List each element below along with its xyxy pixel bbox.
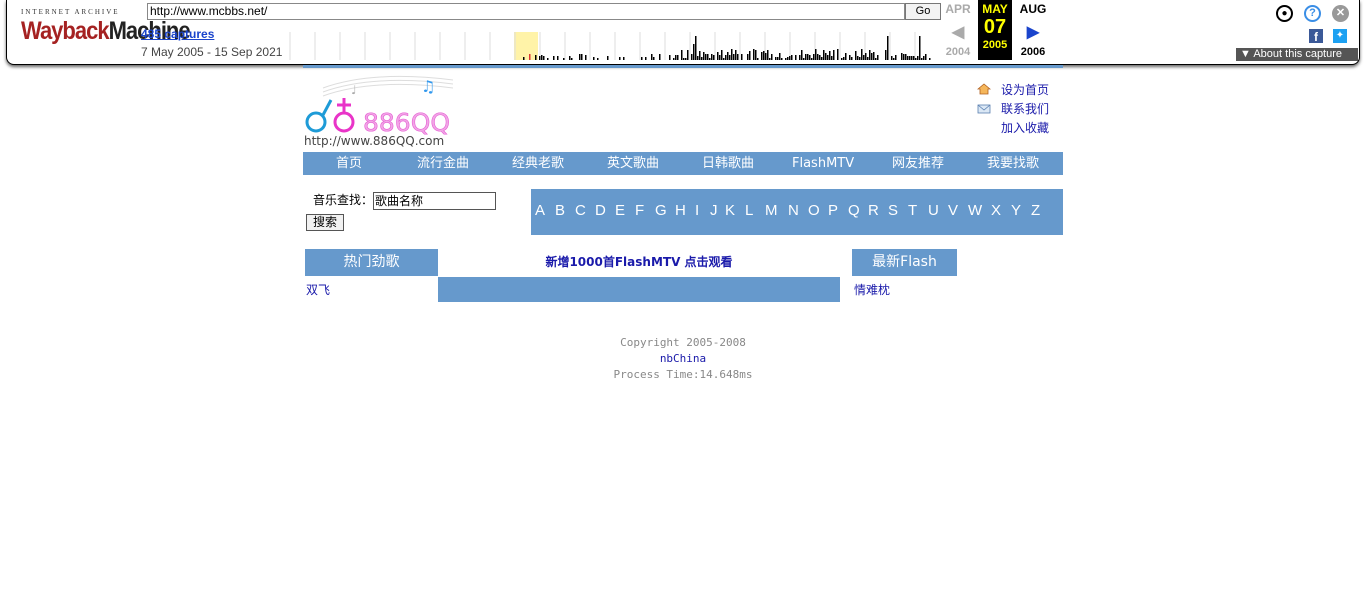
alpha-letter-n[interactable]: N: [788, 202, 799, 219]
nav-pop-songs[interactable]: 流行金曲: [417, 152, 469, 175]
main-nav: 首页 流行金曲 经典老歌 英文歌曲 日韩歌曲 FlashMTV 网友推荐 我要找…: [303, 152, 1063, 175]
logo-url-text: http://www.886QQ.com: [304, 134, 445, 148]
wayback-logo[interactable]: INTERNET ARCHIVE WaybackMachine: [21, 8, 191, 50]
help-icon[interactable]: ?: [1304, 5, 1321, 22]
alpha-letter-e[interactable]: E: [615, 202, 625, 219]
alpha-letter-x[interactable]: X: [991, 202, 1001, 219]
wayback-prev-month[interactable]: APR ◀ 2004: [942, 0, 974, 64]
alpha-letter-c[interactable]: C: [575, 202, 586, 219]
wayback-capture-sparkline[interactable]: [289, 32, 939, 60]
alpha-letter-m[interactable]: M: [765, 202, 778, 219]
nav-find-song[interactable]: 我要找歌: [987, 152, 1039, 175]
alpha-letter-b[interactable]: B: [555, 202, 565, 219]
hot-songs-header: 热门劲歌: [305, 249, 438, 276]
alpha-letter-a[interactable]: A: [535, 202, 545, 219]
set-homepage-link[interactable]: 设为首页: [977, 81, 1067, 100]
footer-copyright: Copyright 2005-2008: [620, 336, 746, 349]
nav-classic-songs[interactable]: 经典老歌: [512, 152, 564, 175]
wayback-url-input[interactable]: http://www.mcbbs.net/: [147, 3, 905, 20]
mail-icon: [977, 104, 991, 114]
wayback-logo-main: WaybackMachine: [21, 16, 191, 45]
close-icon[interactable]: ✕: [1332, 5, 1349, 22]
alpha-letter-z[interactable]: Z: [1031, 202, 1040, 219]
footer-process-time: Process Time:14.648ms: [613, 368, 753, 381]
alpha-letter-y[interactable]: Y: [1011, 202, 1021, 219]
site-quick-links: 设为首页 联系我们 加入收藏: [977, 81, 1067, 138]
about-capture-button[interactable]: ▼ About this capture: [1236, 48, 1358, 61]
svg-text:♩: ♩: [351, 83, 357, 97]
add-favorite-link[interactable]: 加入收藏: [977, 119, 1067, 138]
alpha-letter-p[interactable]: P: [828, 202, 838, 219]
alpha-letter-i[interactable]: I: [695, 202, 699, 219]
svg-text:♫: ♫: [421, 77, 435, 96]
search-button[interactable]: 搜索: [306, 214, 344, 231]
wayback-date-range: 7 May 2005 - 15 Sep 2021: [141, 45, 283, 59]
wayback-logo-top: INTERNET ARCHIVE: [21, 8, 120, 16]
nav-english-songs[interactable]: 英文歌曲: [607, 152, 659, 175]
twitter-icon[interactable]: ✦: [1333, 29, 1347, 43]
wayback-go-button[interactable]: Go: [905, 3, 941, 20]
search-label: 音乐查找：: [313, 193, 374, 207]
nav-jp-kr-songs[interactable]: 日韩歌曲: [702, 152, 754, 175]
contact-us-link[interactable]: 联系我们: [977, 100, 1067, 119]
alpha-letter-l[interactable]: L: [745, 202, 753, 219]
facebook-icon[interactable]: f: [1309, 29, 1323, 44]
flashmtv-promo-link[interactable]: 新增1000首FlashMTV 点击观看: [438, 249, 840, 276]
wayback-next-month[interactable]: AUG ▶ 2006: [1015, 0, 1051, 64]
nav-home[interactable]: 首页: [336, 152, 362, 175]
alphabet-index: ABCDEFGHIJKLMNOPQRSTUVWXYZ: [531, 189, 1063, 235]
svg-text:886QQ: 886QQ: [363, 108, 450, 137]
nav-recommend[interactable]: 网友推荐: [892, 152, 944, 175]
alpha-letter-r[interactable]: R: [868, 202, 879, 219]
alpha-letter-g[interactable]: G: [655, 202, 667, 219]
alpha-letter-t[interactable]: T: [908, 202, 917, 219]
alpha-letter-h[interactable]: H: [675, 202, 686, 219]
footer-brand-link[interactable]: nbChina: [533, 351, 833, 367]
alpha-letter-j[interactable]: J: [710, 202, 718, 219]
hot-song-link[interactable]: 双飞: [306, 281, 330, 298]
top-divider: [303, 65, 1063, 68]
center-bar: [438, 277, 840, 302]
wayback-toolbar: INTERNET ARCHIVE WaybackMachine http://w…: [6, 0, 1360, 65]
latest-flash-header: 最新Flash: [852, 249, 957, 276]
wayback-captures-link[interactable]: 485 captures: [141, 27, 214, 41]
alpha-letter-q[interactable]: Q: [848, 202, 860, 219]
account-icon[interactable]: ●: [1276, 5, 1293, 22]
alpha-letter-f[interactable]: F: [635, 202, 644, 219]
alpha-letter-k[interactable]: K: [725, 202, 735, 219]
home-icon: [977, 83, 991, 95]
alpha-letter-u[interactable]: U: [928, 202, 939, 219]
alpha-letter-d[interactable]: D: [595, 202, 606, 219]
alpha-letter-s[interactable]: S: [888, 202, 898, 219]
nav-flashmtv[interactable]: FlashMTV: [792, 152, 854, 175]
alpha-letter-w[interactable]: W: [968, 202, 982, 219]
footer: Copyright 2005-2008 nbChina Process Time…: [533, 335, 833, 383]
flash-item-link[interactable]: 情难枕: [854, 281, 890, 298]
search-input[interactable]: 歌曲名称: [373, 192, 496, 210]
alpha-letter-o[interactable]: O: [808, 202, 820, 219]
wayback-current-date: MAY 07 2005: [978, 0, 1012, 60]
alpha-letter-v[interactable]: V: [948, 202, 958, 219]
